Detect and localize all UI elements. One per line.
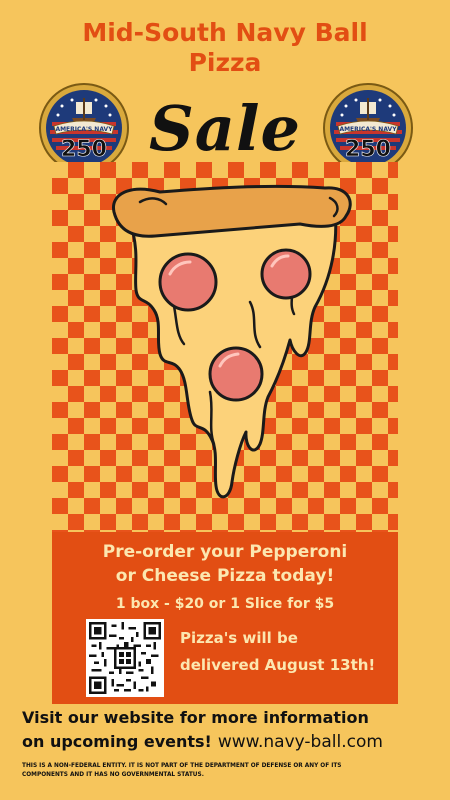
footer-visit: Visit our website for more information o… — [22, 706, 442, 754]
pepperoni-3 — [208, 346, 264, 402]
pepperoni-1 — [158, 252, 218, 312]
delivery-info: Pizza's will be delivered August 13th! — [180, 625, 390, 679]
visit-line-2-row: on upcoming events! www.navy-ball.com — [22, 730, 442, 754]
navy-250-seal-right: AMERICA'S NAVY 250 — [323, 83, 413, 173]
preorder-line-1: Pre-order your Pepperoni — [102, 542, 348, 562]
visit-line-1: Visit our website for more information — [22, 708, 369, 727]
disclaimer: THIS IS A NON-FEDERAL ENTITY. IT IS NOT … — [22, 762, 432, 780]
preorder-heading: Pre-order your Pepperoni or Cheese Pizza… — [52, 540, 398, 588]
seal-banner-text: AMERICA'S NAVY — [339, 126, 397, 133]
visit-line-2: on upcoming events! — [22, 732, 212, 751]
pizza-slice-illustration — [112, 184, 352, 499]
flyer: Mid-South Navy Ball Pizza AMERICA'S NAVY… — [0, 0, 450, 800]
pepperoni-2 — [260, 248, 312, 300]
delivery-line-2: delivered August 13th! — [180, 656, 376, 674]
price-text: 1 box - $20 or 1 Slice for $5 — [115, 596, 335, 612]
website-link[interactable]: www.navy-ball.com — [218, 732, 383, 752]
preorder-line-2: or Cheese Pizza today! — [115, 566, 335, 586]
qr-code[interactable] — [86, 619, 164, 697]
disclaimer-line-2: COMPONENTS AND IT HAS NO GOVERNMENTAL ST… — [22, 772, 204, 778]
disclaimer-line-1: THIS IS A NON-FEDERAL ENTITY. IT IS NOT … — [22, 763, 342, 769]
title-line-2: Pizza — [188, 48, 262, 77]
flyer-title: Mid-South Navy Ball Pizza — [0, 18, 450, 78]
seal-number: 250 — [345, 137, 391, 162]
delivery-line-1: Pizza's will be — [180, 629, 298, 647]
title-line-1: Mid-South Navy Ball — [82, 18, 368, 47]
